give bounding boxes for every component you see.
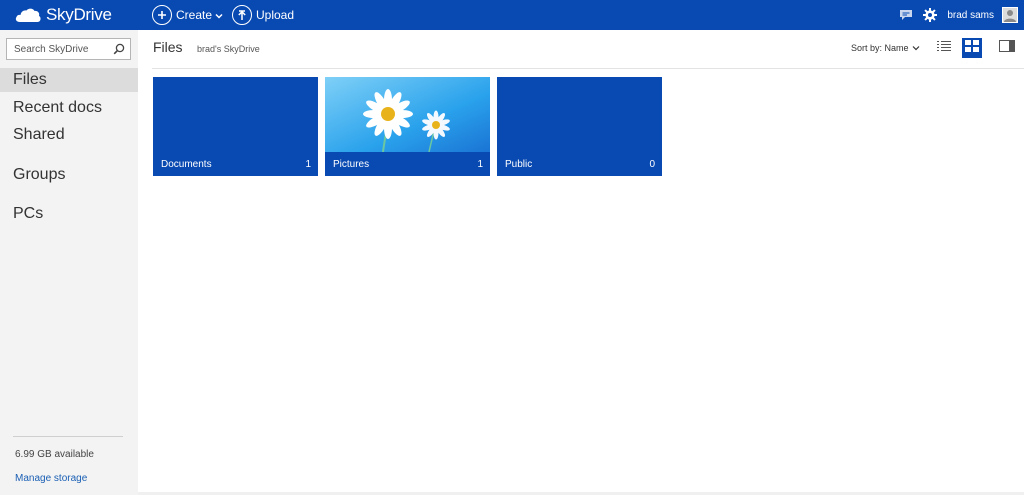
sidebar-item-pcs[interactable]: PCs (0, 202, 138, 226)
folder-name: Documents (161, 159, 212, 170)
plus-circle-icon (152, 5, 172, 25)
sort-label: Sort by: Name (851, 43, 909, 53)
list-view-icon (937, 39, 951, 57)
sidebar-item-groups[interactable]: Groups (0, 163, 138, 187)
create-label: Create (176, 8, 213, 22)
account-area: brad sams (899, 4, 1018, 26)
search-box (6, 38, 131, 60)
sidebar-item-recent-docs[interactable]: Recent docs (0, 96, 138, 120)
sidebar-item-label: Recent docs (13, 99, 102, 116)
create-button[interactable]: Create (152, 4, 223, 26)
chevron-down-icon (215, 8, 223, 22)
folder-tile-public[interactable]: Public 0 (497, 77, 662, 176)
sidebar-item-label: Groups (13, 166, 66, 183)
folder-count: 1 (305, 159, 311, 170)
avatar[interactable] (1002, 7, 1018, 23)
user-name[interactable]: brad sams (947, 10, 994, 21)
main-content: Files brad's SkyDrive Sort by: Name Docu… (138, 30, 1024, 495)
pictures-thumbnail (325, 77, 490, 152)
upload-label: Upload (256, 8, 295, 22)
sidebar-item-shared[interactable]: Shared (0, 123, 138, 147)
list-view-button[interactable] (934, 38, 954, 58)
sidebar-item-label: Files (13, 71, 47, 88)
upload-button[interactable]: Upload (232, 4, 294, 26)
tile-view-button[interactable] (962, 38, 982, 58)
sidebar-item-label: Shared (13, 126, 65, 143)
brand-name: SkyDrive (46, 5, 112, 24)
feedback-icon[interactable] (899, 9, 913, 21)
upload-circle-icon (232, 5, 252, 25)
brand[interactable]: SkyDrive (14, 4, 112, 26)
sidebar-item-files[interactable]: Files (0, 68, 138, 92)
details-pane-button[interactable] (997, 38, 1017, 58)
search-icon[interactable] (111, 41, 127, 57)
folder-tile-documents[interactable]: Documents 1 (153, 77, 318, 176)
sort-dropdown[interactable]: Sort by: Name (851, 43, 920, 53)
chevron-down-icon (912, 43, 920, 53)
search-input[interactable] (7, 39, 107, 59)
folder-count: 1 (477, 159, 483, 170)
top-bar: SkyDrive Create Upload brad sams (0, 0, 1024, 30)
details-pane-icon (999, 39, 1015, 57)
storage-available: 6.99 GB available (15, 449, 94, 460)
folder-tile-pictures[interactable]: Pictures 1 (325, 77, 490, 176)
breadcrumb[interactable]: brad's SkyDrive (197, 44, 260, 54)
tile-view-icon (965, 39, 979, 57)
manage-storage-link[interactable]: Manage storage (15, 473, 87, 484)
sidebar: Files Recent docs Shared Groups PCs 6.99… (0, 30, 138, 495)
sidebar-item-label: PCs (13, 205, 44, 222)
page-title: Files (153, 39, 183, 55)
folder-name: Public (505, 159, 533, 170)
gear-icon[interactable] (923, 8, 938, 22)
sidebar-divider (13, 436, 123, 437)
folder-count: 0 (649, 159, 655, 170)
folder-name: Pictures (333, 159, 370, 170)
header-divider (152, 68, 1024, 69)
cloud-icon (14, 7, 42, 23)
